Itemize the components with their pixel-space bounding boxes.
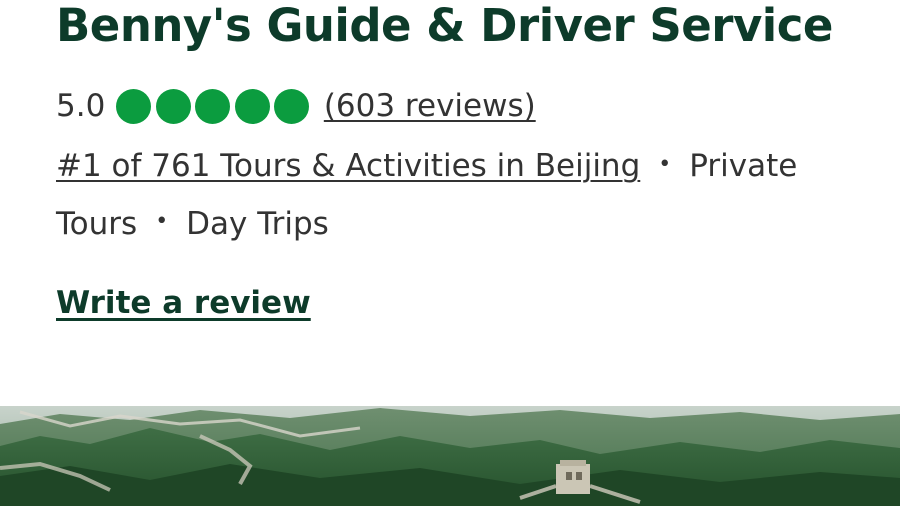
category-day-trips: Day Trips <box>186 205 329 242</box>
rating-bubble-icon <box>155 88 191 124</box>
great-wall-photo-icon <box>0 406 900 506</box>
separator-dot: • <box>155 209 169 234</box>
page-title: Benny's Guide & Driver Service <box>56 0 833 52</box>
rating-row: 5.0 (603 reviews) <box>56 84 536 128</box>
rating-bubbles <box>116 88 314 124</box>
rating-bubble-icon <box>195 88 231 124</box>
rating-bubble-icon <box>116 88 152 124</box>
rating-value: 5.0 <box>56 88 106 124</box>
reviews-count-link[interactable]: (603 reviews) <box>324 88 536 124</box>
listing-meta: #1 of 761 Tours & Activities in Beijing •… <box>56 138 856 253</box>
ranking-link[interactable]: #1 of 761 Tours & Activities in Beijing <box>56 148 640 184</box>
write-review-link[interactable]: Write a review <box>56 285 311 321</box>
separator-dot: • <box>658 151 672 177</box>
rating-bubble-icon <box>234 88 270 124</box>
hero-photo[interactable] <box>0 406 900 506</box>
rating-bubble-icon <box>274 88 310 124</box>
